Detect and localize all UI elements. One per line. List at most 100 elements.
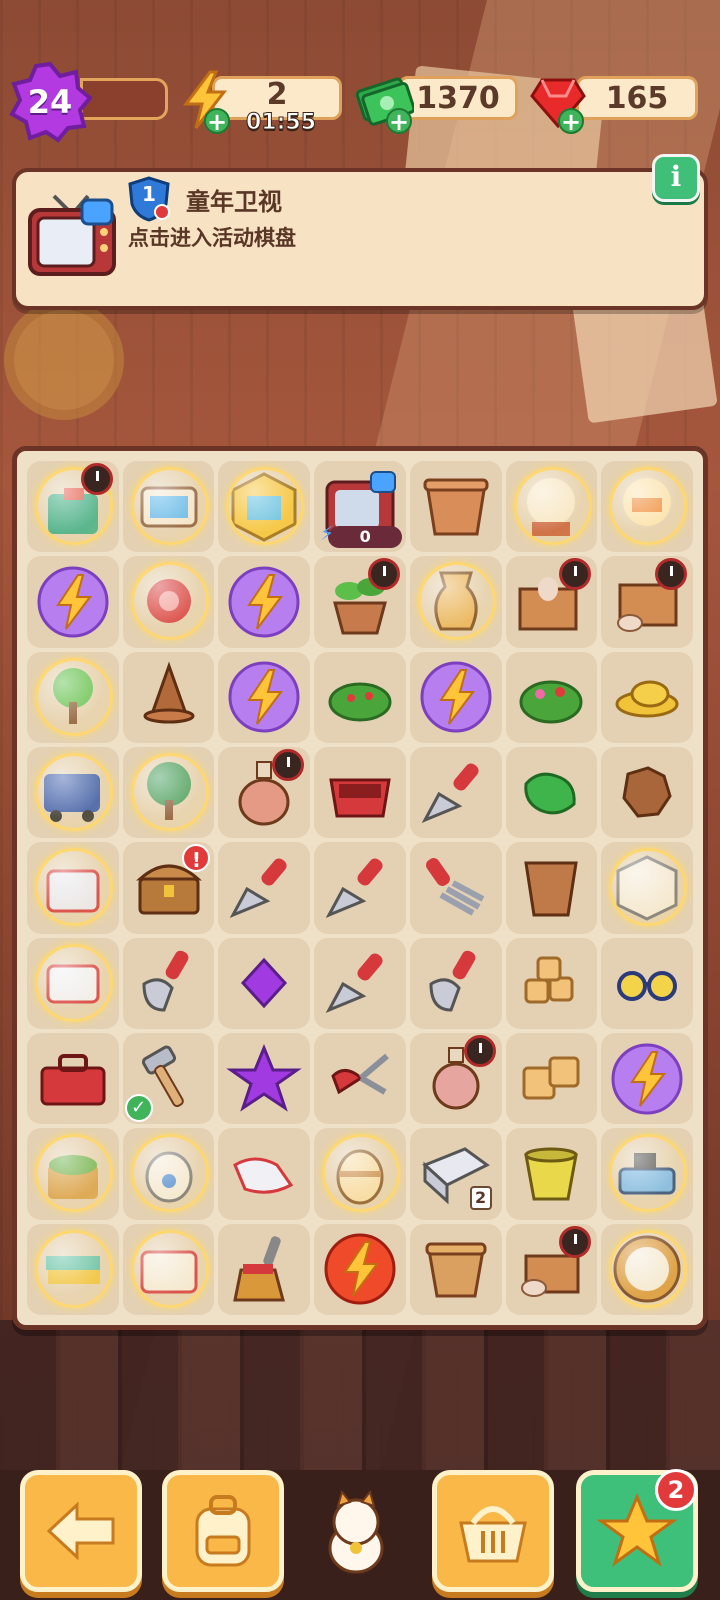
board-cell[interactable] [122, 1128, 215, 1220]
board-cell[interactable] [314, 651, 406, 743]
board-cell[interactable] [601, 461, 693, 553]
merge-board: 0 [12, 446, 708, 1330]
cash-counter[interactable]: 1370 [398, 76, 518, 120]
board-cell[interactable] [27, 747, 119, 839]
xp-progress-bar[interactable] [80, 78, 168, 120]
board-cell[interactable] [218, 842, 311, 934]
board-cell[interactable] [505, 1223, 598, 1315]
shovel-icon [429, 951, 476, 1012]
board-cell[interactable] [505, 556, 598, 648]
level-tag: 2 [469, 1185, 492, 1210]
bookshelf [0, 1320, 720, 1480]
trowel-icon [421, 763, 479, 823]
board-cell[interactable] [505, 1128, 598, 1220]
info-button[interactable]: i [652, 154, 700, 202]
board-cell[interactable] [122, 651, 215, 743]
bubble [513, 467, 592, 545]
board-cell[interactable] [601, 747, 693, 839]
glasses-icon [617, 971, 678, 1002]
board-cell[interactable] [122, 461, 215, 553]
board-cell[interactable] [601, 651, 693, 743]
board-cell[interactable] [314, 1033, 406, 1125]
board-cell[interactable] [409, 651, 502, 743]
board-cell[interactable] [601, 1033, 693, 1125]
level-badge[interactable]: 24 [8, 60, 92, 144]
board-cell[interactable] [314, 1128, 406, 1220]
shrub-icon [328, 682, 392, 722]
board-cell[interactable]: ! [122, 842, 215, 934]
toolbox-icon [40, 1053, 106, 1106]
energy-orb-icon [37, 566, 109, 638]
board-cell[interactable] [27, 937, 119, 1029]
cash-plus-button[interactable]: + [386, 108, 412, 134]
board-cell[interactable] [218, 937, 311, 1029]
red-tray-icon [329, 778, 391, 818]
board-cell[interactable]: 0 [314, 461, 406, 553]
board-cell[interactable] [505, 651, 598, 743]
board-cell[interactable] [505, 842, 598, 934]
clock-icon [559, 1225, 592, 1258]
tv-energy-counter: 0 [320, 522, 403, 549]
garden-fork-icon [425, 858, 485, 916]
clock-icon [463, 1035, 496, 1067]
red-energy-orb-icon [324, 1233, 396, 1305]
energy-orb-icon [228, 566, 300, 638]
brush-icon [233, 1236, 286, 1302]
board-cell[interactable] [409, 1223, 502, 1315]
back-button[interactable] [20, 1470, 142, 1592]
board-cell[interactable] [314, 937, 406, 1029]
board-cell[interactable] [601, 556, 693, 648]
board-cell[interactable]: ✓ [122, 1033, 215, 1125]
board-cell[interactable]: 2 [409, 1128, 502, 1220]
board-cell[interactable] [314, 747, 406, 839]
board-cell[interactable] [601, 937, 693, 1029]
board-cell[interactable] [409, 1033, 502, 1125]
board-cell[interactable] [409, 842, 502, 934]
energy-value: 2 [266, 76, 288, 112]
back-arrow-icon [46, 1501, 115, 1561]
board-cell[interactable] [218, 1033, 311, 1125]
board-cell[interactable] [601, 1223, 693, 1315]
board-cell[interactable] [409, 556, 502, 648]
shovel-icon [142, 951, 188, 1012]
board-cell[interactable] [122, 937, 215, 1029]
board-cell[interactable] [218, 651, 311, 743]
board-cell[interactable] [122, 747, 215, 839]
board-cell[interactable] [27, 842, 119, 934]
board-cell[interactable] [314, 556, 406, 648]
gem-counter[interactable]: 165 [576, 76, 698, 120]
board-cell[interactable] [27, 1128, 119, 1220]
board-cell[interactable] [27, 1223, 119, 1315]
board-cell[interactable] [27, 651, 119, 743]
board-cell[interactable] [505, 937, 598, 1029]
board-cell[interactable] [601, 1128, 693, 1220]
board-cell[interactable] [505, 1033, 598, 1125]
board-cell[interactable] [601, 842, 693, 934]
board-cell[interactable] [409, 747, 502, 839]
board-cell[interactable] [409, 937, 502, 1029]
board-cell[interactable] [218, 747, 311, 839]
starred-tasks-button[interactable]: 2 [576, 1469, 698, 1592]
board-cell[interactable] [27, 461, 119, 553]
board-cell[interactable] [27, 1033, 119, 1125]
board-cell[interactable] [218, 556, 311, 648]
board-cell[interactable] [314, 842, 406, 934]
gem-plus-button[interactable]: + [558, 108, 584, 134]
lucky-cat-icon[interactable] [316, 1488, 396, 1578]
trowel-icon [325, 858, 383, 918]
board-cell[interactable] [218, 461, 311, 553]
backpack-button[interactable] [162, 1470, 284, 1592]
board-cell[interactable] [505, 461, 598, 553]
board-cell[interactable] [218, 1128, 311, 1220]
trowel-icon [325, 953, 383, 1014]
shop-button[interactable] [432, 1470, 554, 1592]
energy-plus-button[interactable]: + [204, 108, 230, 134]
board-cell[interactable] [505, 747, 598, 839]
board-cell[interactable] [27, 556, 119, 648]
event-banner[interactable]: 1 童年卫视 点击进入活动棋盘 [12, 168, 708, 310]
board-cell[interactable] [218, 1223, 311, 1315]
board-cell[interactable] [122, 556, 215, 648]
board-cell[interactable] [122, 1223, 215, 1315]
board-cell[interactable] [409, 461, 502, 553]
board-cell[interactable] [314, 1223, 406, 1315]
